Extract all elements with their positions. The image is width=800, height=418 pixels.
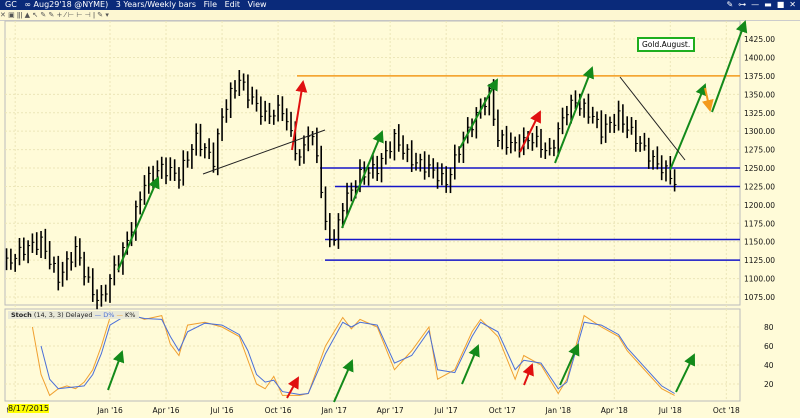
y-tick-label: 1200.00 xyxy=(744,201,775,210)
x-tick-label: Apr '17 xyxy=(377,406,404,415)
y-tick-label: 1150.00 xyxy=(744,238,775,247)
y-tick-label: 1325.00 xyxy=(744,109,775,118)
stoch-params[interactable]: (14, 3, 3) Delayed xyxy=(34,311,93,319)
y-tick-label: 1100.00 xyxy=(744,275,775,284)
price-chart[interactable]: 1075.00 1100.00 1125.00 1150.00 1175.00 1200.… xyxy=(0,0,800,418)
y-tick-label: 1250.00 xyxy=(744,164,775,173)
stoch-tick-label: 20 xyxy=(764,380,774,389)
y-tick-label: 1125.00 xyxy=(744,256,775,265)
x-tick-label: Apr '18 xyxy=(601,406,628,415)
x-tick-label: Jan '17 xyxy=(320,406,347,415)
x-tick-label: Jan '18 xyxy=(544,406,571,415)
x-tick-label: Oct '17 xyxy=(489,406,516,415)
stoch-legend: Stoch (14, 3, 3) Delayed — D% — K% xyxy=(8,311,139,319)
y-tick-label: 1225.00 xyxy=(744,182,775,191)
x-tick-label: Apr '16 xyxy=(153,406,180,415)
stoch-panel xyxy=(4,308,741,402)
k-legend[interactable]: — K% xyxy=(116,311,135,319)
y-tick-label: 1300.00 xyxy=(744,127,775,136)
y-tick-label: 1375.00 xyxy=(744,72,775,81)
x-tick-label: Oct '18 xyxy=(713,406,740,415)
y-tick-label: 1275.00 xyxy=(744,146,775,155)
stoch-tick-label: 80 xyxy=(764,323,774,332)
y-tick-label: 1400.00 xyxy=(744,53,775,62)
stoch-title: Stoch xyxy=(11,311,32,319)
y-tick-label: 1175.00 xyxy=(744,219,775,228)
crosshair-date: 8/17/2015 xyxy=(8,404,50,413)
annotation-label[interactable]: Gold.August. xyxy=(637,37,696,52)
x-tick-label: Jul '17 xyxy=(434,406,458,415)
y-tick-label: 1075.00 xyxy=(744,293,775,302)
stoch-tick-label: 40 xyxy=(764,361,774,370)
x-tick-label: Oct '16 xyxy=(265,406,292,415)
y-tick-label: 1425.00 xyxy=(744,35,775,44)
y-tick-label: 1350.00 xyxy=(744,90,775,99)
x-tick-label: Jan '16 xyxy=(96,406,123,415)
x-tick-label: Jul '16 xyxy=(210,406,234,415)
x-tick-label: Jul '18 xyxy=(658,406,682,415)
d-legend[interactable]: — D% xyxy=(95,311,115,319)
k-label: K% xyxy=(125,311,136,319)
d-label: D% xyxy=(103,311,115,319)
stoch-tick-label: 60 xyxy=(764,342,774,351)
